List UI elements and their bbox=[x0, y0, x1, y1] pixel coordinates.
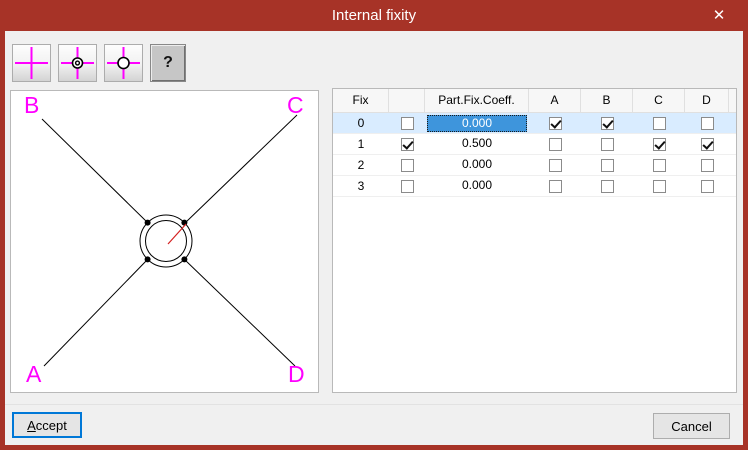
member-b-end-dot bbox=[144, 219, 151, 226]
row-active-cell bbox=[389, 134, 425, 154]
fix-d-checkbox[interactable] bbox=[700, 158, 714, 172]
row-spacer bbox=[729, 113, 736, 133]
partial-fixity-coeff-value[interactable]: 0.000 bbox=[427, 114, 527, 132]
fix-b-cell bbox=[581, 134, 633, 154]
fix-b-checkbox[interactable] bbox=[600, 158, 614, 172]
table-body: 0 0.000 1 0.500 2 0.000 3 0.000 bbox=[333, 113, 736, 197]
fix-b-checkbox[interactable] bbox=[600, 137, 614, 151]
close-icon[interactable]: ✕ bbox=[697, 0, 741, 30]
fix-c-cell bbox=[633, 113, 685, 133]
fix-c-checkbox[interactable] bbox=[652, 179, 666, 193]
row-active-checkbox[interactable] bbox=[400, 158, 414, 172]
fix-d-cell bbox=[685, 134, 729, 154]
titlebar: Internal fixity ✕ bbox=[5, 0, 743, 31]
column-header-active bbox=[389, 89, 425, 112]
table-row[interactable]: 1 0.500 bbox=[333, 134, 736, 155]
fix-d-cell bbox=[685, 176, 729, 196]
member-c-end-dot bbox=[181, 219, 188, 226]
row-spacer bbox=[729, 155, 736, 175]
coeff-cell: 0.000 bbox=[425, 155, 529, 175]
fix-c-cell bbox=[633, 134, 685, 154]
fix-number-cell: 0 bbox=[357, 116, 365, 130]
fixity-rigid-button[interactable] bbox=[12, 44, 51, 82]
fix-c-checkbox[interactable] bbox=[652, 116, 666, 130]
coeff-cell: 0.000 bbox=[425, 176, 529, 196]
fix-d-checkbox[interactable] bbox=[700, 116, 714, 130]
partial-fixity-coeff-value[interactable]: 0.000 bbox=[427, 178, 527, 195]
inner-node-circle bbox=[145, 220, 187, 262]
row-spacer bbox=[729, 176, 736, 196]
fix-d-cell bbox=[685, 155, 729, 175]
column-header-b: B bbox=[581, 89, 633, 112]
table-header: Fix Part.Fix.Coeff. A B C D bbox=[333, 89, 736, 113]
fix-d-cell bbox=[685, 113, 729, 133]
fix-b-cell bbox=[581, 176, 633, 196]
fix-a-cell bbox=[529, 113, 581, 133]
fix-b-checkbox[interactable] bbox=[600, 179, 614, 193]
row-active-cell bbox=[389, 176, 425, 196]
row-active-checkbox[interactable] bbox=[400, 137, 414, 151]
selection-pointer-line bbox=[167, 223, 187, 245]
dialog-window: Internal fixity ✕ ? B C A D Fix Part.Fix… bbox=[0, 0, 748, 450]
row-active-cell bbox=[389, 155, 425, 175]
row-spacer bbox=[729, 134, 736, 154]
fix-c-cell bbox=[633, 155, 685, 175]
fix-a-checkbox[interactable] bbox=[548, 179, 562, 193]
fix-a-checkbox[interactable] bbox=[548, 116, 562, 130]
column-header-part-fix-coeff-: Part.Fix.Coeff. bbox=[425, 89, 529, 112]
dialog-client-area: ? B C A D Fix Part.Fix.Coeff. A B C D 0 … bbox=[5, 31, 743, 445]
fix-c-checkbox[interactable] bbox=[652, 158, 666, 172]
fix-a-cell bbox=[529, 176, 581, 196]
fix-a-checkbox[interactable] bbox=[548, 137, 562, 151]
member-a-end-dot bbox=[144, 256, 151, 263]
footer-divider bbox=[5, 404, 743, 405]
fix-c-cell bbox=[633, 176, 685, 196]
member-label-a: A bbox=[26, 361, 42, 387]
row-active-checkbox[interactable] bbox=[400, 179, 414, 193]
cancel-button[interactable]: Cancel bbox=[653, 413, 730, 439]
fix-b-checkbox[interactable] bbox=[600, 116, 614, 130]
fix-a-cell bbox=[529, 155, 581, 175]
fixity-hinge-target-button[interactable] bbox=[58, 44, 97, 82]
table-row[interactable]: 3 0.000 bbox=[333, 176, 736, 197]
fix-a-cell bbox=[529, 134, 581, 154]
accept-button[interactable]: Accept bbox=[12, 412, 82, 438]
crosshair-circle-icon bbox=[107, 47, 140, 79]
fixity-diagram: B C A D bbox=[24, 92, 305, 387]
fix-b-cell bbox=[581, 113, 633, 133]
fix-c-checkbox[interactable] bbox=[652, 137, 666, 151]
column-header-fix: Fix bbox=[333, 89, 389, 112]
column-header-d: D bbox=[685, 89, 729, 112]
column-header-a: A bbox=[529, 89, 581, 112]
member-label-b: B bbox=[24, 92, 39, 118]
fix-number-cell: 1 bbox=[357, 137, 365, 151]
fix-number-cell: 3 bbox=[357, 179, 365, 193]
crosshair-icon bbox=[15, 47, 48, 79]
partial-fixity-coeff-value[interactable]: 0.500 bbox=[427, 136, 527, 153]
table-row[interactable]: 0 0.000 bbox=[333, 113, 736, 134]
window-title: Internal fixity bbox=[331, 7, 417, 24]
coeff-cell: 0.000 bbox=[425, 113, 529, 133]
fix-d-checkbox[interactable] bbox=[700, 179, 714, 193]
help-button[interactable]: ? bbox=[150, 44, 186, 82]
column-header-active bbox=[729, 89, 736, 112]
fix-number-cell: 2 bbox=[357, 158, 365, 172]
coeff-cell: 0.500 bbox=[425, 134, 529, 154]
row-active-checkbox[interactable] bbox=[400, 116, 414, 130]
fix-b-cell bbox=[581, 155, 633, 175]
member-d-end-dot bbox=[181, 256, 188, 263]
toolbar: ? bbox=[12, 44, 186, 82]
crosshair-target-icon bbox=[61, 47, 94, 79]
fix-a-checkbox[interactable] bbox=[548, 158, 562, 172]
column-header-c: C bbox=[633, 89, 685, 112]
table-row[interactable]: 2 0.000 bbox=[333, 155, 736, 176]
partial-fixity-coeff-value[interactable]: 0.000 bbox=[427, 157, 527, 174]
fixity-hinge-circle-button[interactable] bbox=[104, 44, 143, 82]
row-active-cell bbox=[389, 113, 425, 133]
fixity-table-panel: Fix Part.Fix.Coeff. A B C D 0 0.000 1 0.500 2 0.00… bbox=[332, 88, 737, 393]
member-label-d: D bbox=[288, 361, 305, 387]
fixity-diagram-panel: B C A D bbox=[10, 90, 319, 393]
fix-d-checkbox[interactable] bbox=[700, 137, 714, 151]
member-label-c: C bbox=[287, 92, 304, 118]
